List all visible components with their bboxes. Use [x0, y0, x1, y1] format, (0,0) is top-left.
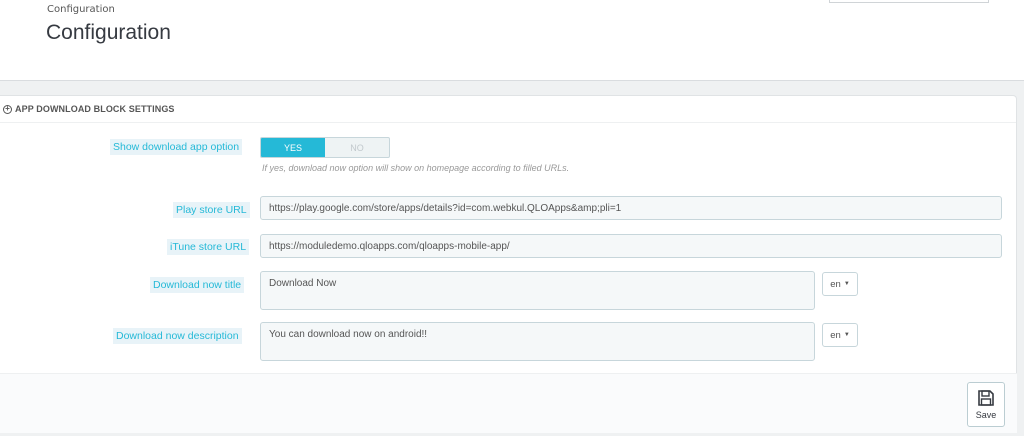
download-title-lang-dropdown[interactable]: en ▼ — [822, 272, 858, 296]
play-store-input[interactable]: https://play.google.com/store/apps/detai… — [260, 196, 1002, 220]
panel-footer — [0, 373, 1017, 433]
play-store-label: Play store URL — [173, 202, 250, 218]
switch-no-option[interactable]: NO — [325, 138, 389, 157]
show-download-label: Show download app option — [110, 139, 243, 155]
show-download-switch[interactable]: YES NO — [260, 137, 390, 158]
download-description-textarea[interactable]: You can download now on android!! — [260, 322, 815, 361]
caret-down-icon: ▼ — [843, 332, 850, 338]
itune-store-input[interactable]: https://moduledemo.qloapps.com/qloapps-m… — [260, 234, 1002, 258]
switch-yes-option[interactable]: YES — [261, 138, 325, 157]
caret-down-icon: ▼ — [843, 281, 850, 287]
save-label: Save — [975, 410, 997, 420]
save-button[interactable]: Save — [967, 382, 1005, 427]
page-header: Configuration Configuration — [0, 0, 1024, 81]
toolbar-stub — [829, 0, 989, 3]
download-description-lang-dropdown[interactable]: en ▼ — [822, 323, 858, 347]
download-title-label: Download now title — [150, 277, 245, 293]
panel-heading-label: APP DOWNLOAD BLOCK SETTINGS — [15, 104, 175, 114]
panel-heading: + APP DOWNLOAD BLOCK SETTINGS — [0, 96, 1016, 123]
itune-store-label: iTune store URL — [167, 239, 250, 255]
download-title-textarea[interactable]: Download Now — [260, 271, 815, 310]
floppy-disk-icon — [978, 390, 994, 406]
download-description-label: Download now description — [113, 328, 242, 344]
lang-label: en — [830, 329, 841, 341]
show-download-help: If yes, download now option will show on… — [262, 163, 570, 173]
lang-label: en — [830, 278, 841, 290]
breadcrumb[interactable]: Configuration — [47, 4, 115, 15]
plus-circle-icon: + — [3, 104, 12, 114]
page-title: Configuration — [46, 21, 171, 44]
